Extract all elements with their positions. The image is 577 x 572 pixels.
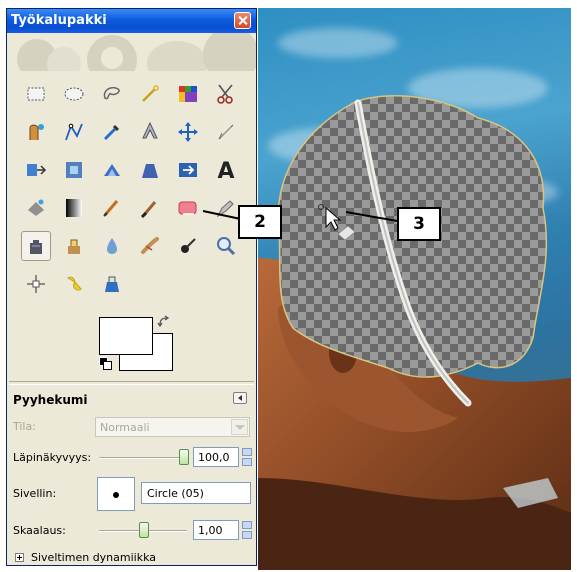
perspective-tool-icon[interactable]: A — [211, 155, 241, 185]
crop-tool-icon[interactable] — [59, 155, 89, 185]
heal-tool-icon[interactable] — [173, 231, 203, 261]
scale-tool-icon[interactable] — [135, 155, 165, 185]
clone-tool-icon[interactable] — [135, 231, 165, 261]
brush-label: Sivellin: — [13, 487, 57, 500]
scale-slider-thumb[interactable] — [139, 522, 149, 538]
text-tool-icon[interactable] — [59, 193, 89, 223]
smudge-tool-icon[interactable] — [59, 269, 89, 299]
scale-label: Skaalaus: — [13, 524, 66, 537]
move-tool-icon[interactable] — [211, 117, 241, 147]
blend-tool-icon[interactable] — [135, 193, 165, 223]
divider — [9, 381, 254, 385]
color-picker-tool-icon[interactable] — [97, 117, 127, 147]
callout-marker-2: 2 — [238, 205, 282, 239]
window-title: Työkalupakki — [11, 13, 107, 28]
brush-name-field[interactable]: Circle (05) — [141, 482, 251, 504]
opacity-slider-track[interactable] — [99, 457, 187, 459]
ellipse-select-tool-icon[interactable] — [59, 79, 89, 109]
ink-tool-icon[interactable] — [97, 231, 127, 261]
image-canvas[interactable] — [258, 8, 571, 570]
scale-spinner[interactable] — [242, 521, 252, 539]
gimp-logo-band — [7, 33, 256, 71]
flip-tool-icon[interactable] — [21, 193, 51, 223]
rect-select-tool-icon[interactable] — [21, 79, 51, 109]
scale-field[interactable]: 1,00 — [193, 520, 239, 540]
tool-options-title: Pyyhekumi — [13, 393, 88, 407]
perspective-clone-tool-icon[interactable] — [211, 231, 241, 261]
title-bar[interactable]: Työkalupakki — [7, 9, 256, 33]
mode-select[interactable]: Normaali — [95, 417, 250, 437]
panel-menu-button[interactable] — [233, 392, 247, 404]
callout-marker-3: 3 — [397, 207, 441, 241]
scissors-tool-icon[interactable] — [211, 79, 241, 109]
paths-tool-icon[interactable] — [59, 117, 89, 147]
opacity-field[interactable]: 100,0 — [193, 447, 239, 467]
chevron-down-icon[interactable] — [231, 419, 248, 435]
toolbox-window: Työkalupakki A Pyyhekumi Tila: Normaali … — [6, 8, 257, 566]
opacity-label: Läpinäkyvyys: — [13, 451, 92, 464]
swap-colors-icon[interactable] — [157, 315, 171, 329]
eraser-tool-icon[interactable] — [21, 231, 51, 261]
dodge-burn-tool-icon[interactable] — [97, 269, 127, 299]
foreground-select-tool-icon[interactable] — [21, 117, 51, 147]
airbrush-tool-icon[interactable] — [59, 231, 89, 261]
expand-icon[interactable] — [15, 553, 24, 562]
brush-dynamics-expander[interactable]: Siveltimen dynamiikka — [31, 551, 156, 564]
shear-tool-icon[interactable] — [173, 155, 203, 185]
blur-tool-icon[interactable] — [21, 269, 51, 299]
opacity-spinner[interactable] — [242, 448, 252, 466]
tool-options-panel: Pyyhekumi Tila: Normaali Läpinäkyvyys: 1… — [7, 381, 256, 565]
pencil-tool-icon[interactable] — [173, 193, 203, 223]
fuzzy-select-tool-icon[interactable] — [135, 79, 165, 109]
measure-tool-icon[interactable] — [173, 117, 203, 147]
select-by-color-tool-icon[interactable] — [173, 79, 203, 109]
foreground-color-swatch[interactable] — [99, 317, 153, 355]
align-tool-icon[interactable] — [21, 155, 51, 185]
zoom-tool-icon[interactable] — [135, 117, 165, 147]
photo-layer — [258, 95, 571, 570]
bucket-fill-tool-icon[interactable] — [97, 193, 127, 223]
rotate-tool-icon[interactable] — [97, 155, 127, 185]
color-area[interactable] — [99, 315, 179, 377]
opacity-slider-thumb[interactable] — [179, 449, 189, 465]
close-button[interactable] — [234, 12, 251, 29]
free-select-tool-icon[interactable] — [97, 79, 127, 109]
brush-preview-button[interactable] — [97, 477, 135, 511]
mode-label: Tila: — [13, 420, 36, 433]
svg-text:A: A — [217, 159, 234, 182]
default-colors-icon[interactable] — [99, 357, 112, 370]
mode-value: Normaali — [100, 421, 150, 434]
brush-shape-icon — [113, 492, 119, 498]
